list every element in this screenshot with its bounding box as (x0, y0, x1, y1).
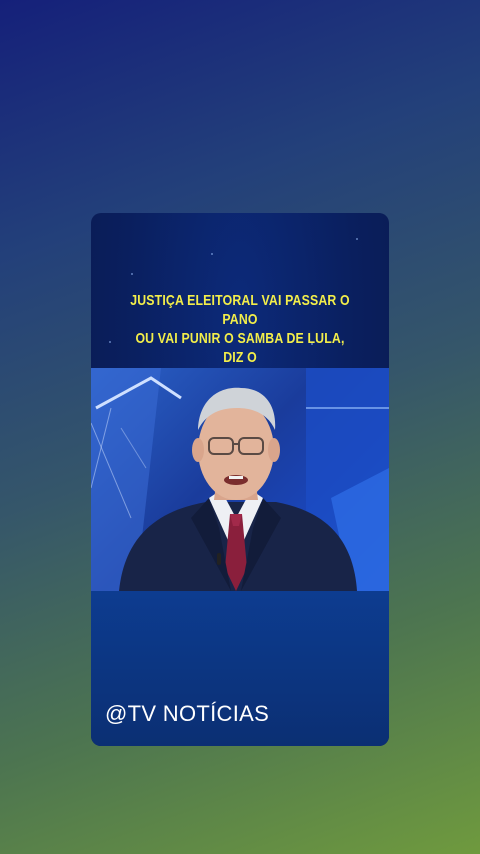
sparkle (109, 341, 111, 343)
sparkle (356, 238, 358, 240)
sparkle (211, 253, 213, 255)
sparkle (131, 273, 133, 275)
channel-watermark: @TV NOTÍCIAS (105, 701, 270, 726)
news-anchor-image (91, 368, 389, 591)
video-card[interactable]: JUSTIÇA ELEITORAL VAI PASSAR O PANO OU V… (91, 213, 389, 746)
video-frame[interactable] (91, 368, 389, 591)
